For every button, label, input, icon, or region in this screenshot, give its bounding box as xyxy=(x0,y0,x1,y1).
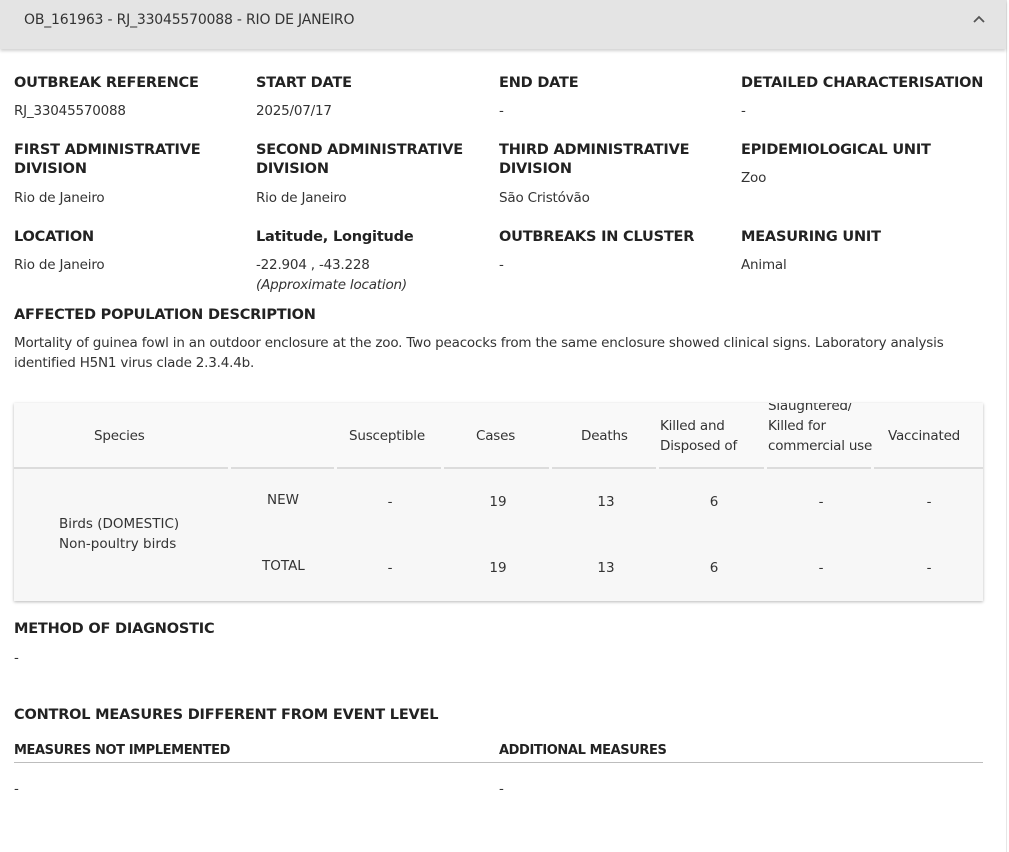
additional-measures-label: ADDITIONAL MEASURES xyxy=(499,743,667,758)
detailed-characterisation-label: DETAILED CHARACTERISATION xyxy=(741,75,984,91)
location-label: LOCATION xyxy=(14,229,94,245)
control-measures-label: CONTROL MEASURES DIFFERENT FROM EVENT LE… xyxy=(14,707,439,723)
additional-measures-value: - xyxy=(499,781,504,797)
divider xyxy=(14,762,983,763)
epidemiological-unit-value: Zoo xyxy=(741,170,767,186)
total-cases: 19 xyxy=(489,560,507,576)
new-cases: 19 xyxy=(489,494,507,510)
second-admin-division-value: Rio de Janeiro xyxy=(256,190,347,206)
header-deaths: Deaths xyxy=(581,428,628,444)
first-admin-division-value: Rio de Janeiro xyxy=(14,190,105,206)
first-admin-division-label: FIRST ADMINISTRATIVE DIVISION xyxy=(14,142,201,177)
diagnostic-label: METHOD OF DIAGNOSTIC xyxy=(14,621,215,637)
species-name: Birds (DOMESTIC) Non-poultry birds xyxy=(59,516,180,552)
header-vaccinated: Vaccinated xyxy=(888,428,961,444)
new-vaccinated: - xyxy=(926,494,932,510)
start-date-label: START DATE xyxy=(256,75,352,91)
third-admin-division-label: THIRD ADMINISTRATIVE DIVISION xyxy=(499,142,690,177)
table-header-row: Species Susceptible Cases Deaths Killed … xyxy=(14,403,983,469)
location-value: Rio de Janeiro xyxy=(14,257,105,273)
new-killed: 6 xyxy=(709,494,719,510)
measures-not-implemented-label: MEASURES NOT IMPLEMENTED xyxy=(14,743,231,758)
header-slaughtered: Slaughtered/ Killed for commercial use xyxy=(768,403,873,454)
total-killed: 6 xyxy=(709,560,719,576)
new-deaths: 13 xyxy=(597,494,615,510)
start-date-value: 2025/07/17 xyxy=(256,103,332,119)
measuring-unit-value: Animal xyxy=(741,257,787,273)
species-table: Species Susceptible Cases Deaths Killed … xyxy=(14,403,983,601)
end-date-value: - xyxy=(499,103,504,119)
detailed-characterisation-value: - xyxy=(741,103,746,119)
epidemiological-unit-label: EPIDEMIOLOGICAL UNIT xyxy=(741,142,931,158)
affected-population-text: Mortality of guinea fowl in an outdoor e… xyxy=(14,335,944,371)
outbreaks-in-cluster-label: OUTBREAKS IN CLUSTER xyxy=(499,229,695,245)
new-slaughtered: - xyxy=(818,494,824,510)
total-vaccinated: - xyxy=(926,560,932,576)
header-killed-disposed: Killed and Disposed of xyxy=(660,418,738,454)
measures-not-implemented-value: - xyxy=(14,781,19,797)
outbreak-panel: OB_161963 - RJ_33045570088 - RIO DE JANE… xyxy=(0,0,1007,852)
total-slaughtered: - xyxy=(818,560,824,576)
outbreaks-in-cluster-value: - xyxy=(499,257,504,273)
total-susceptible: - xyxy=(387,560,393,576)
outbreak-reference-label: OUTBREAK REFERENCE xyxy=(14,75,199,91)
approximate-location-note: (Approximate location) xyxy=(256,277,407,293)
affected-population-label: AFFECTED POPULATION DESCRIPTION xyxy=(14,307,316,323)
end-date-label: END DATE xyxy=(499,75,579,91)
latlon-value: -22.904 , -43.228 xyxy=(256,257,370,273)
row-label-total: TOTAL xyxy=(262,558,305,574)
row-label-new: NEW xyxy=(267,492,299,508)
measuring-unit-label: MEASURING UNIT xyxy=(741,229,881,245)
diagnostic-value: - xyxy=(14,650,19,666)
outbreak-reference-value: RJ_33045570088 xyxy=(14,103,126,119)
header-species: Species xyxy=(94,428,145,444)
total-deaths: 13 xyxy=(597,560,615,576)
new-susceptible: - xyxy=(387,494,393,510)
chevron-up-icon[interactable] xyxy=(970,11,988,29)
third-admin-division-value: São Cristóvão xyxy=(499,190,590,206)
header-cases: Cases xyxy=(476,428,516,444)
outbreak-accordion-header[interactable]: OB_161963 - RJ_33045570088 - RIO DE JANE… xyxy=(0,0,1006,49)
second-admin-division-label: SECOND ADMINISTRATIVE DIVISION xyxy=(256,142,463,177)
outbreak-title: OB_161963 - RJ_33045570088 - RIO DE JANE… xyxy=(24,12,355,28)
latlon-label: Latitude, Longitude xyxy=(256,229,414,245)
header-susceptible: Susceptible xyxy=(349,428,425,444)
